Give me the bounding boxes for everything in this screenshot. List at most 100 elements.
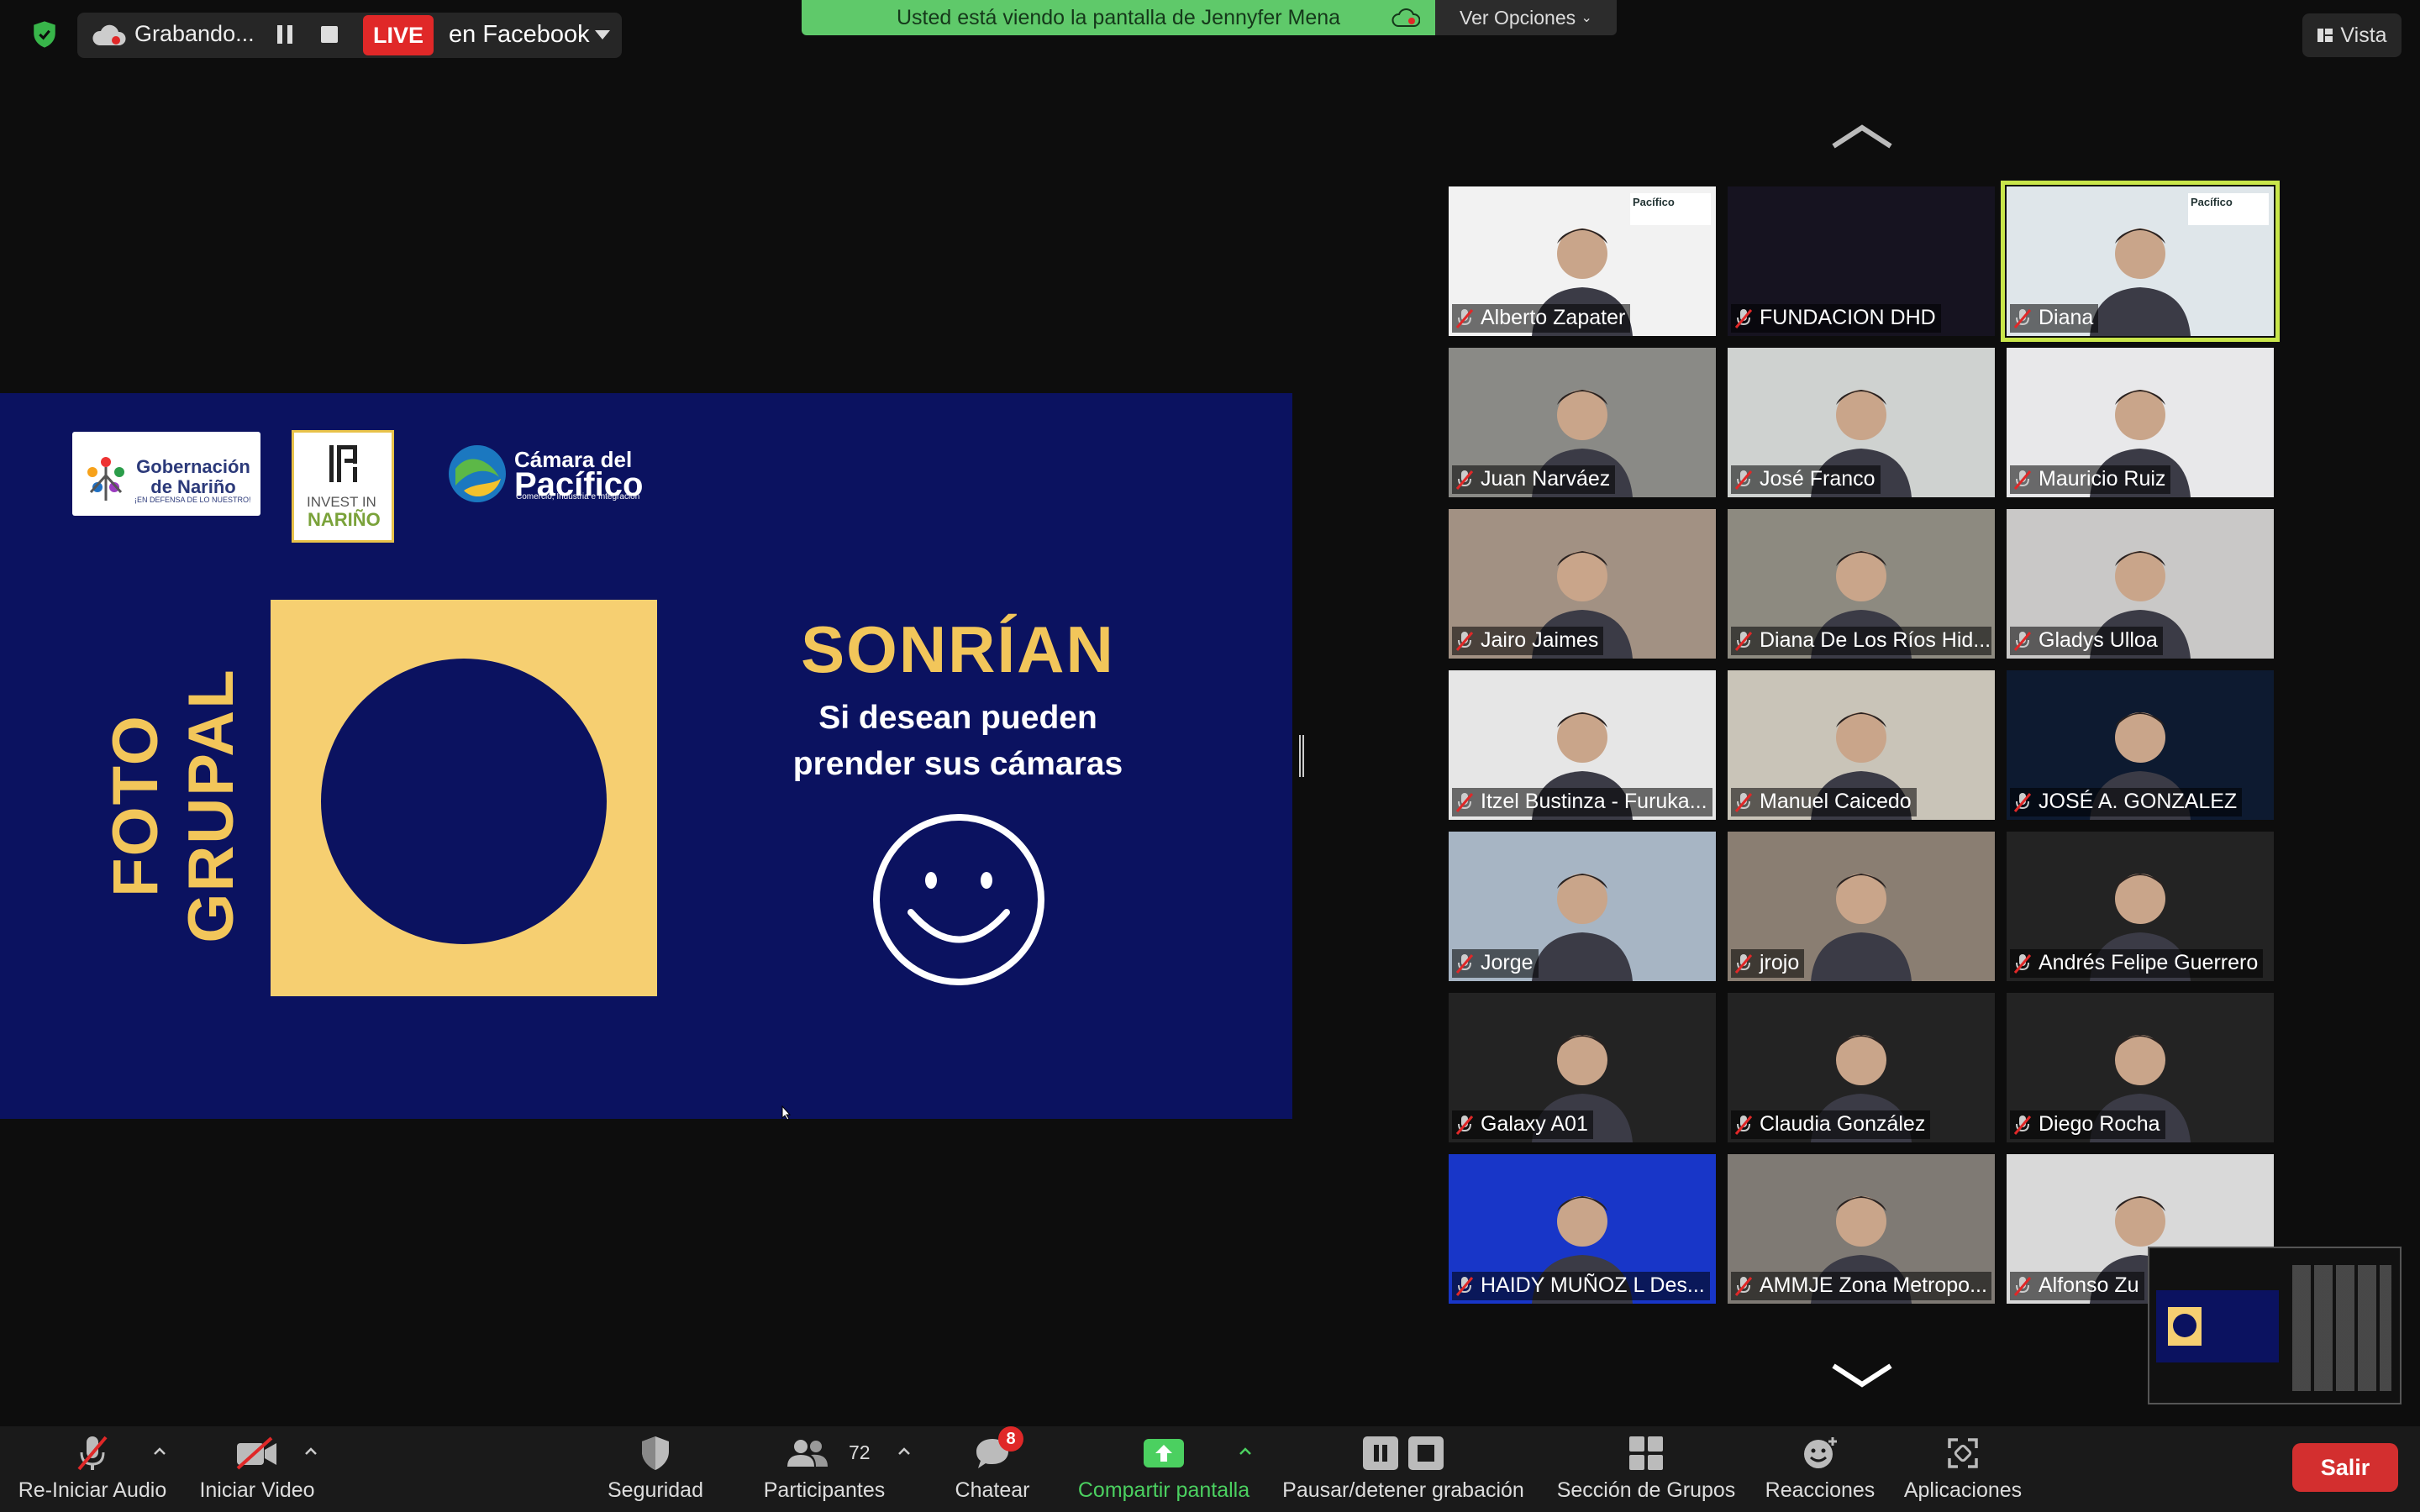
muted-mic-icon (1455, 792, 1474, 812)
participant-tile[interactable]: Claudia González (1728, 993, 1995, 1142)
participant-name-label: Itzel Bustinza - Furuka... (1452, 788, 1712, 816)
vertical-title: FOTO GRUPAL (100, 668, 247, 943)
apps-icon (1948, 1438, 1978, 1468)
stop-icon[interactable] (321, 26, 338, 43)
slide-subtitle-line2: prender sus cámaras (792, 746, 1123, 782)
participant-name-label: José Franco (1731, 465, 1881, 494)
muted-mic-icon (1455, 308, 1474, 328)
muted-mic-icon (1455, 470, 1474, 490)
reaction-icon (1804, 1437, 1837, 1468)
participants-icon (787, 1440, 828, 1467)
audio-label: Re-Iniciar Audio (18, 1478, 167, 1502)
participant-tile[interactable]: Jairo Jaimes (1449, 509, 1716, 659)
participant-name: Juan Narváez (1481, 467, 1611, 491)
pause-stop-recording-button[interactable]: Pausar/detener grabación (1277, 1433, 1529, 1509)
participant-name-label: Diana De Los Ríos Hid... (1731, 627, 1991, 655)
participant-name: Itzel Bustinza - Furuka... (1481, 790, 1707, 813)
share-icon (1144, 1439, 1184, 1467)
participant-name: Alberto Zapater (1481, 306, 1626, 329)
live-badge[interactable]: LIVE (363, 15, 434, 55)
shield-icon[interactable] (30, 20, 59, 49)
participant-tile[interactable]: Manuel Caicedo (1728, 670, 1995, 820)
participant-tile[interactable]: Juan Narváez (1449, 348, 1716, 497)
gobernacion-logo-icon (87, 457, 124, 501)
participant-tile[interactable]: Pacífico Diana (2001, 181, 2280, 342)
video-label: Iniciar Video (199, 1478, 315, 1502)
participant-name: Diana De Los Ríos Hid... (1760, 628, 1991, 652)
camara-line3: Comercio, Industria e Integración (516, 492, 640, 501)
live-target[interactable]: en Facebook (449, 21, 590, 49)
chevron-down-icon[interactable] (1828, 1362, 1896, 1389)
participant-name: AMMJE Zona Metropo... (1760, 1273, 1987, 1297)
participant-tile[interactable]: AMMJE Zona Metropo... (1728, 1154, 1995, 1304)
participant-name-label: JOSÉ A. GONZALEZ (2010, 788, 2243, 816)
split-handle[interactable] (1299, 735, 1304, 777)
globe-icon (449, 445, 506, 502)
caret-down-icon[interactable] (595, 30, 610, 39)
chevron-up-icon[interactable] (153, 1446, 166, 1455)
participant-tile[interactable]: FUNDACION DHD (1728, 186, 1995, 336)
participant-tile[interactable]: HAIDY MUÑOZ L Des... (1449, 1154, 1716, 1304)
thumbnail-circle (2173, 1314, 2196, 1337)
participant-tile[interactable]: José Franco (1728, 348, 1995, 497)
muted-mic-icon (2013, 792, 2032, 812)
participant-name-label: Mauricio Ruiz (2010, 465, 2171, 494)
options-label: Ver Opciones (1460, 6, 1576, 29)
gobernacion-subtitle: ¡EN DEFENSA DE LO NUESTRO! (134, 496, 251, 504)
participant-name: Jairo Jaimes (1481, 628, 1599, 652)
camara-logo-mini: Pacífico (1630, 193, 1711, 225)
view-options-button[interactable]: Ver Opciones ⌄ (1435, 0, 1617, 35)
participant-name: Jorge (1481, 951, 1534, 974)
apps-button[interactable]: Aplicaciones (1896, 1433, 2030, 1509)
chat-button[interactable]: Chatear (931, 1433, 1054, 1509)
leave-button[interactable]: Salir (2292, 1443, 2398, 1492)
participant-tile[interactable]: Diego Rocha (2007, 993, 2274, 1142)
participant-tile[interactable]: Andrés Felipe Guerrero (2007, 832, 2274, 981)
chevron-up-icon[interactable] (1828, 123, 1896, 150)
muted-mic-icon (1734, 953, 1753, 974)
participant-tile[interactable]: Pacífico Alberto Zapater (1449, 186, 1716, 336)
participant-name-label: Andrés Felipe Guerrero (2010, 949, 2264, 978)
participants-button[interactable]: Participantes (753, 1433, 896, 1509)
participants-count: 72 (849, 1441, 871, 1463)
participant-name-label: Alberto Zapater (1452, 304, 1631, 333)
video-button[interactable]: Iniciar Video (190, 1433, 324, 1509)
participant-tile[interactable]: Diana De Los Ríos Hid... (1728, 509, 1995, 659)
pause-icon[interactable] (276, 24, 294, 45)
security-label: Seguridad (608, 1478, 703, 1502)
chevron-down-icon: ⌄ (1581, 11, 1592, 25)
breakout-rooms-button[interactable]: Sección de Grupos (1551, 1433, 1741, 1509)
reactions-button[interactable]: Reacciones (1753, 1433, 1887, 1509)
muted-mic-icon (77, 1436, 108, 1471)
participant-name: Diego Rocha (2039, 1112, 2160, 1136)
participant-tile[interactable]: Gladys Ulloa (2007, 509, 2274, 659)
participant-tile[interactable]: JOSÉ A. GONZALEZ (2007, 670, 2274, 820)
participant-name: Alfonso Zu (2039, 1273, 2139, 1297)
chevron-up-icon[interactable] (304, 1446, 318, 1455)
participant-video (1532, 874, 1633, 981)
chevron-up-icon[interactable] (897, 1446, 911, 1455)
view-button[interactable]: Vista (2302, 13, 2402, 57)
share-screen-button[interactable]: Compartir pantalla (1067, 1433, 1260, 1509)
participant-tile[interactable]: Galaxy A01 (1449, 993, 1716, 1142)
security-button[interactable]: Seguridad (588, 1433, 723, 1509)
slide-heading: SONRÍAN (801, 612, 1115, 686)
participant-tile[interactable]: Mauricio Ruiz (2007, 348, 2274, 497)
participant-name: Diana (2039, 306, 2094, 329)
invest-line1: INVEST IN (307, 494, 376, 510)
share-label: Compartir pantalla (1077, 1478, 1250, 1502)
grid-icon (2317, 29, 2333, 42)
self-view-thumbnail[interactable] (2148, 1247, 2402, 1404)
participant-video (1811, 874, 1912, 981)
audio-button[interactable]: Re-Iniciar Audio (8, 1433, 176, 1509)
participant-tile[interactable]: jrojo (1728, 832, 1995, 981)
muted-mic-icon (2013, 308, 2032, 328)
reactions-label: Reacciones (1765, 1478, 1876, 1502)
chevron-up-icon[interactable] (1239, 1446, 1252, 1455)
participant-name: Galaxy A01 (1481, 1112, 1588, 1136)
participant-tile[interactable]: Itzel Bustinza - Furuka... (1449, 670, 1716, 820)
muted-mic-icon (1734, 1115, 1753, 1135)
participant-tile[interactable]: Jorge (1449, 832, 1716, 981)
muted-mic-icon (2013, 1276, 2032, 1296)
participant-name-label: Diana (2010, 304, 2099, 333)
